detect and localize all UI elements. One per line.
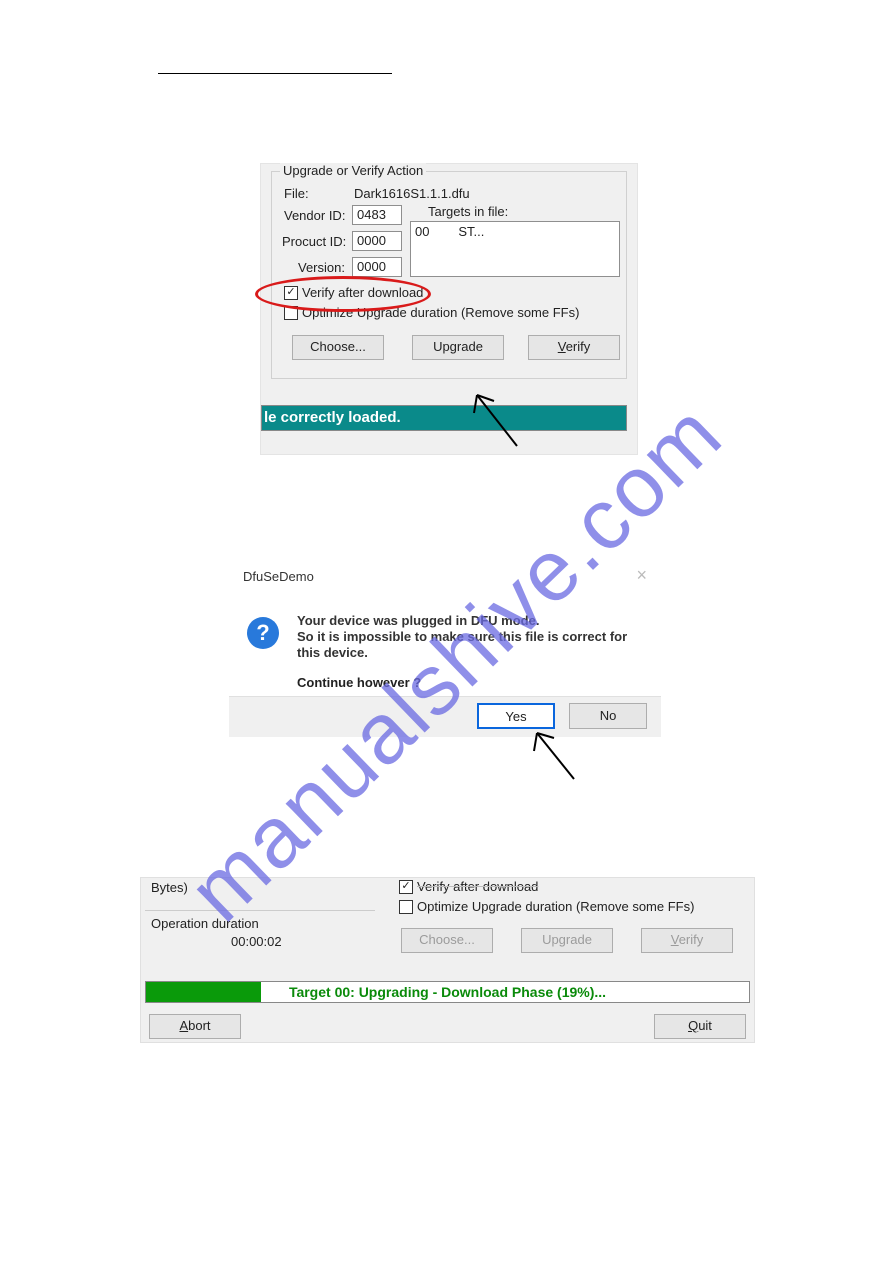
- vendor-id-input[interactable]: 0483: [352, 205, 402, 225]
- verify-button[interactable]: Verify: [528, 335, 620, 360]
- targets-label: Targets in file:: [428, 204, 508, 219]
- dialog-footer: Yes No: [229, 696, 661, 737]
- dfusedemo-dialog: DfuSeDemo × ? Your device was plugged in…: [229, 549, 661, 737]
- operation-duration-label: Operation duration: [151, 916, 259, 931]
- file-label: File:: [284, 186, 309, 201]
- targets-listbox[interactable]: 00 ST...: [410, 221, 620, 277]
- header-rule: [158, 73, 392, 74]
- dialog-message: Your device was plugged in DFU mode. So …: [297, 613, 651, 661]
- dialog-title: DfuSeDemo: [243, 569, 314, 584]
- quit-button[interactable]: Quit: [654, 1014, 746, 1039]
- product-id-label: Procuct ID:: [282, 234, 346, 249]
- separator: [145, 910, 375, 911]
- choose-button[interactable]: Choose...: [292, 335, 384, 360]
- vendor-id-label: Vendor ID:: [284, 208, 345, 223]
- verify-after-download-label: Verify after download: [302, 285, 423, 300]
- upgrade-button[interactable]: Upgrade: [412, 335, 504, 360]
- verify-after-download-checkbox-2[interactable]: ✓: [399, 880, 413, 894]
- operation-duration-value: 00:00:02: [231, 934, 282, 949]
- upgrade-button-disabled: Upgrade: [521, 928, 613, 953]
- version-input[interactable]: 0000: [352, 257, 402, 277]
- verify-after-download-checkbox[interactable]: ✓: [284, 286, 298, 300]
- file-value: Dark1616S1.1.1.dfu: [354, 186, 470, 201]
- close-icon[interactable]: ×: [636, 565, 647, 586]
- dialog-line1: Your device was plugged in DFU mode.: [297, 613, 539, 628]
- upgrade-verify-groupbox: Upgrade or Verify Action File: Dark1616S…: [271, 171, 627, 379]
- optimize-upgrade-label-2: Optimize Upgrade duration (Remove some F…: [417, 899, 694, 914]
- progress-text: Target 00: Upgrading - Download Phase (1…: [146, 982, 749, 1002]
- version-label: Version:: [298, 260, 345, 275]
- abort-button[interactable]: Abort: [149, 1014, 241, 1039]
- status-bar: le correctly loaded.: [261, 405, 627, 431]
- optimize-upgrade-label: Optimize Upgrade duration (Remove some F…: [302, 305, 579, 320]
- progress-bar: Target 00: Upgrading - Download Phase (1…: [145, 981, 750, 1003]
- verify-after-download-label-2: Verify after download: [417, 879, 538, 894]
- dialog-line2: So it is impossible to make sure this fi…: [297, 629, 627, 660]
- yes-button[interactable]: Yes: [477, 703, 555, 729]
- bytes-label: Bytes): [151, 880, 188, 895]
- groupbox-title: Upgrade or Verify Action: [280, 163, 426, 178]
- optimize-upgrade-checkbox-2[interactable]: [399, 900, 413, 914]
- no-button[interactable]: No: [569, 703, 647, 729]
- progress-panel: Bytes) Operation duration 00:00:02 ✓ Ver…: [140, 877, 755, 1043]
- question-icon: ?: [247, 617, 279, 649]
- product-id-input[interactable]: 0000: [352, 231, 402, 251]
- upgrade-verify-panel: Upgrade or Verify Action File: Dark1616S…: [260, 163, 638, 455]
- dialog-question: Continue however ?: [297, 675, 421, 690]
- choose-button-disabled: Choose...: [401, 928, 493, 953]
- verify-button-disabled: Verify: [641, 928, 733, 953]
- optimize-upgrade-checkbox[interactable]: [284, 306, 298, 320]
- target-row[interactable]: 00 ST...: [415, 224, 615, 239]
